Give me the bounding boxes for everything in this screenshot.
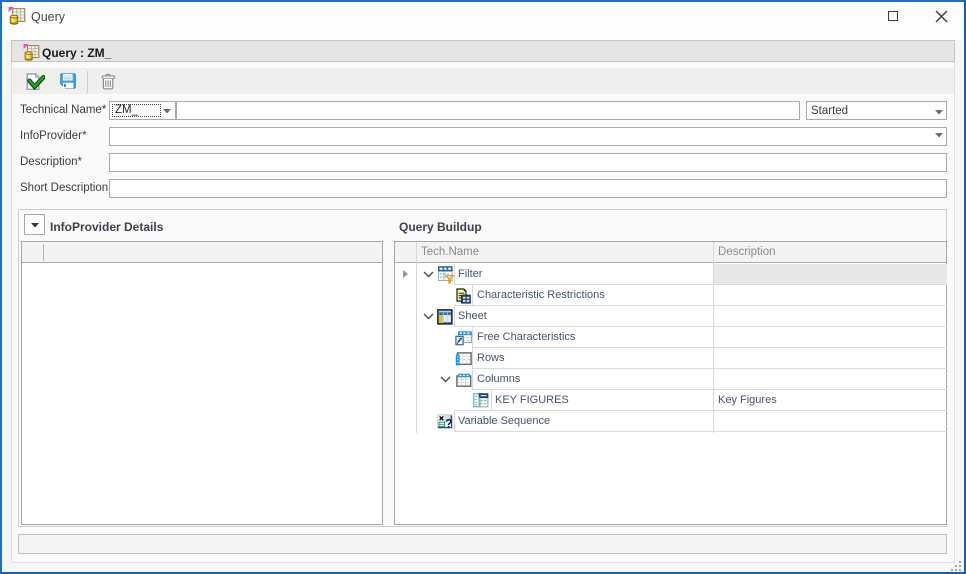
svg-text:?: ? xyxy=(445,418,452,429)
